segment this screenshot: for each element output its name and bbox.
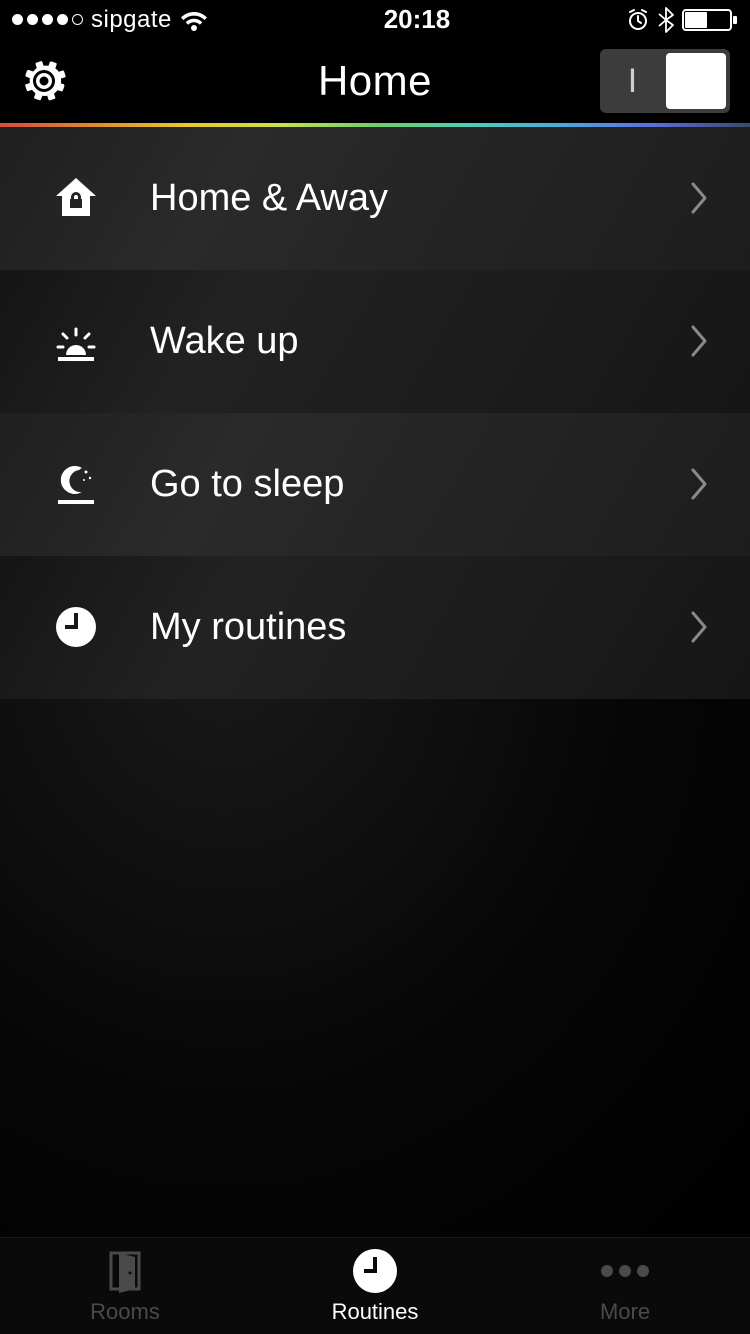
- status-bar: sipgate 20:18: [0, 0, 750, 40]
- tab-bar: Rooms Routines More: [0, 1237, 750, 1334]
- routine-go-to-sleep[interactable]: Go to sleep: [0, 413, 750, 556]
- gear-icon: [20, 57, 68, 105]
- routine-label: Wake up: [106, 320, 690, 363]
- tab-label: Rooms: [90, 1299, 160, 1325]
- power-toggle[interactable]: I: [600, 49, 730, 113]
- carrier-label: sipgate: [91, 6, 172, 34]
- routines-list: Home & Away Wake up Go to sleep: [0, 127, 750, 699]
- status-time: 20:18: [384, 4, 451, 35]
- signal-strength-icon: [12, 14, 83, 25]
- toggle-knob: [666, 53, 726, 109]
- chevron-right-icon: [690, 181, 710, 215]
- battery-icon: [682, 8, 738, 32]
- routine-label: Go to sleep: [106, 463, 690, 506]
- more-icon: [601, 1247, 649, 1295]
- settings-button[interactable]: [20, 57, 68, 105]
- sunrise-icon: [46, 317, 106, 365]
- wifi-icon: [180, 9, 208, 31]
- routine-home-away[interactable]: Home & Away: [0, 127, 750, 270]
- nav-bar: Home I: [0, 40, 750, 123]
- bluetooth-icon: [658, 7, 674, 33]
- door-icon: [105, 1247, 145, 1295]
- tab-label: Routines: [332, 1299, 419, 1325]
- tab-label: More: [600, 1299, 650, 1325]
- chevron-right-icon: [690, 324, 710, 358]
- toggle-off-label: I: [600, 62, 665, 101]
- page-title: Home: [318, 57, 432, 105]
- chevron-right-icon: [690, 467, 710, 501]
- tab-rooms[interactable]: Rooms: [0, 1238, 250, 1334]
- home-lock-icon: [46, 174, 106, 222]
- clock-icon: [353, 1247, 397, 1295]
- content-scroll[interactable]: Home & Away Wake up Go to sleep: [0, 127, 750, 1237]
- routine-label: Home & Away: [106, 177, 690, 220]
- clock-icon: [46, 603, 106, 651]
- routine-my-routines[interactable]: My routines: [0, 556, 750, 699]
- routine-label: My routines: [106, 606, 690, 649]
- routine-wake-up[interactable]: Wake up: [0, 270, 750, 413]
- tab-more[interactable]: More: [500, 1238, 750, 1334]
- empty-space: [0, 699, 750, 1237]
- chevron-right-icon: [690, 610, 710, 644]
- alarm-icon: [626, 8, 650, 32]
- moon-icon: [46, 460, 106, 508]
- tab-routines[interactable]: Routines: [250, 1238, 500, 1334]
